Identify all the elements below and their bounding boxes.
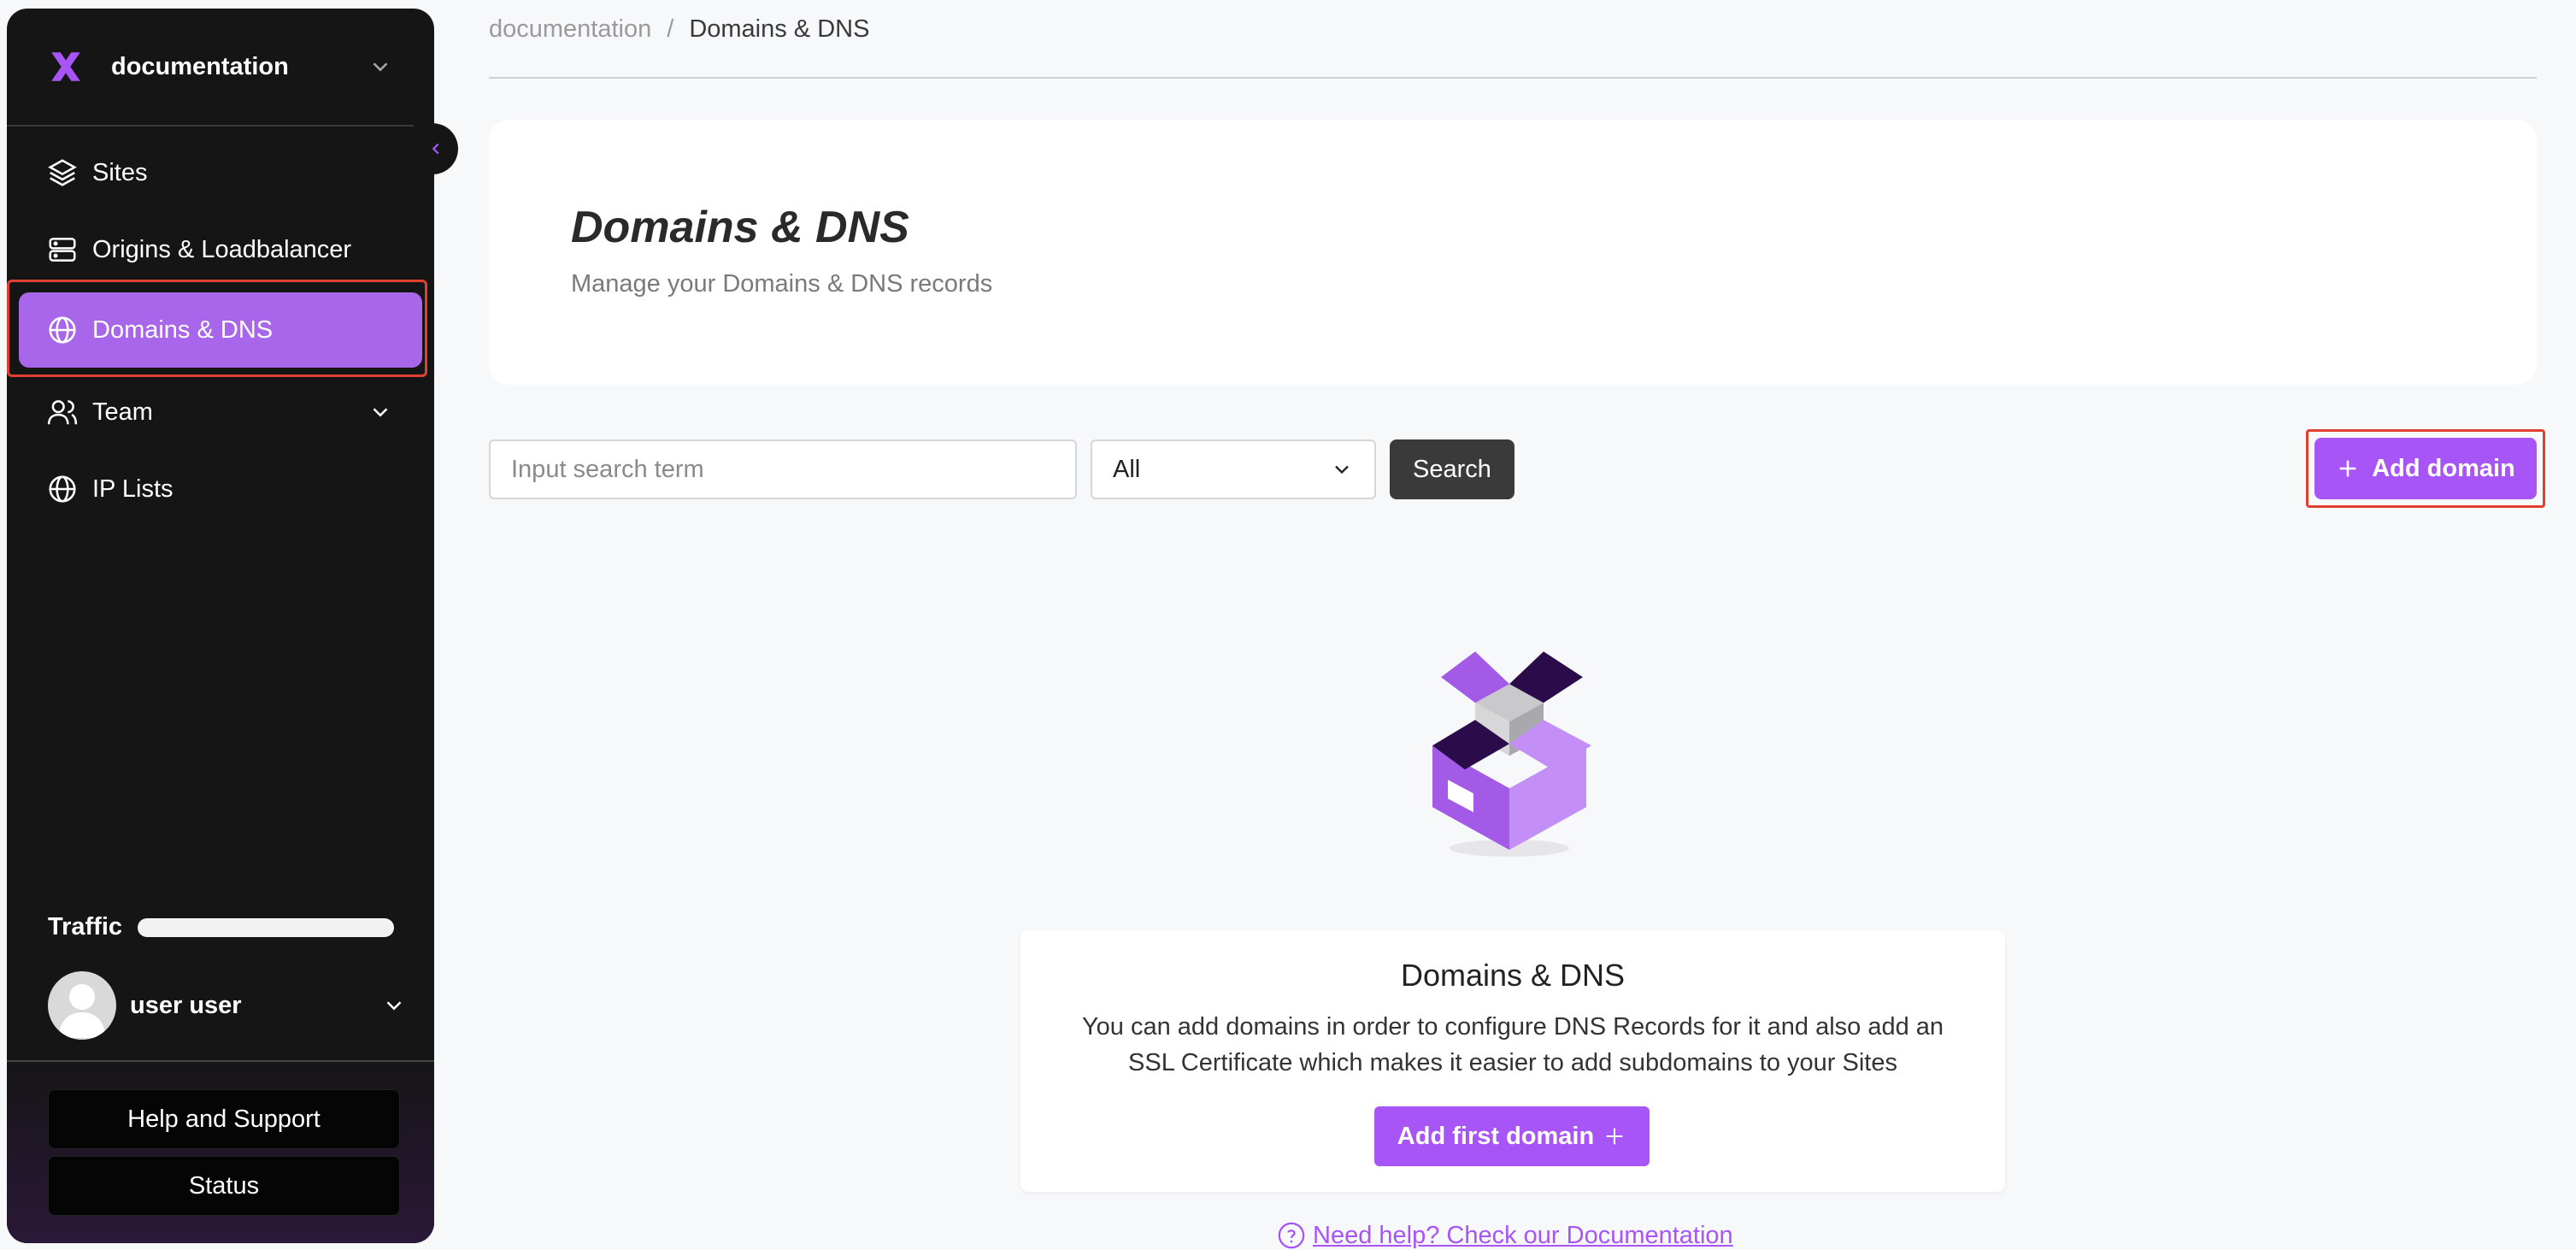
breadcrumb-divider xyxy=(489,77,2537,79)
sidebar-item-ip-lists[interactable]: IP Lists xyxy=(7,451,434,527)
workspace-name: documentation xyxy=(111,52,289,80)
chevron-down-icon xyxy=(373,62,388,72)
chevron-down-icon xyxy=(1335,465,1349,475)
breadcrumb-current: Domains & DNS xyxy=(689,15,870,43)
workspace-switcher[interactable]: documentation xyxy=(7,9,434,127)
globe-icon xyxy=(49,475,76,503)
add-first-domain-button[interactable]: Add first domain xyxy=(1374,1106,1650,1166)
add-first-domain-label: Add first domain xyxy=(1397,1122,1595,1150)
sidebar-item-label: Origins & Loadbalancer xyxy=(92,235,352,263)
empty-box-illustration xyxy=(1432,652,1591,857)
chevron-left-icon xyxy=(432,143,439,155)
plus-icon xyxy=(2339,460,2356,477)
filter-select[interactable]: All xyxy=(1091,439,1376,499)
users-icon xyxy=(47,400,78,425)
user-menu[interactable]: user user xyxy=(48,970,407,1041)
sidebar-item-label: IP Lists xyxy=(92,475,173,503)
breadcrumb-separator: / xyxy=(667,15,674,43)
sidebar-item-team[interactable]: Team xyxy=(7,374,434,450)
breadcrumb-parent[interactable]: documentation xyxy=(489,15,651,44)
empty-state-text: You can add domains in order to configur… xyxy=(1081,1013,1944,1076)
help-circle-icon xyxy=(1278,1222,1305,1249)
filter-select-value: All xyxy=(1113,455,1141,483)
help-documentation-link[interactable]: Need help? Check our Documentation xyxy=(1277,1221,1733,1250)
status-button[interactable]: Status xyxy=(48,1156,400,1216)
help-support-button[interactable]: Help and Support xyxy=(48,1089,400,1149)
empty-state-card: Domains & DNS You can add domains in ord… xyxy=(1020,930,2005,1192)
search-input[interactable] xyxy=(489,439,1077,499)
sidebar-divider xyxy=(7,1060,434,1062)
sidebar: documentation Sites Origins & Loadbalanc… xyxy=(7,9,434,1243)
sidebar-item-origins[interactable]: Origins & Loadbalancer xyxy=(7,212,434,287)
page-title: Domains & DNS xyxy=(571,203,909,252)
plus-icon xyxy=(1606,1128,1623,1145)
empty-state-title: Domains & DNS xyxy=(1400,958,1626,993)
page-subtitle: Manage your Domains & DNS records xyxy=(571,270,993,298)
chevron-down-icon xyxy=(386,1001,402,1011)
search-button[interactable]: Search xyxy=(1390,439,1514,499)
layers-icon xyxy=(48,159,77,186)
breadcrumb: documentation / Domains & DNS xyxy=(489,15,869,44)
traffic-bar xyxy=(138,917,395,937)
sidebar-item-sites[interactable]: Sites xyxy=(7,135,434,210)
active-item-highlight xyxy=(7,280,427,377)
add-domain-label: Add domain xyxy=(2372,454,2515,482)
chevron-down-icon xyxy=(373,408,388,417)
collapse-sidebar-button[interactable] xyxy=(414,123,458,174)
brand-logo-icon xyxy=(51,52,80,81)
help-link-label: Need help? Check our Documentation xyxy=(1313,1221,1733,1249)
traffic-label: Traffic xyxy=(48,913,123,940)
server-icon xyxy=(49,238,76,262)
user-silhouette-icon xyxy=(58,984,106,1038)
user-name: user user xyxy=(130,991,242,1019)
page-header-card: Domains & DNS Manage your Domains & DNS … xyxy=(489,120,2537,385)
avatar xyxy=(48,971,116,1040)
sidebar-item-label: Sites xyxy=(92,158,148,186)
traffic-meter: Traffic xyxy=(48,913,395,941)
add-domain-button[interactable]: Add domain xyxy=(2314,438,2537,499)
sidebar-item-label: Team xyxy=(92,398,153,426)
